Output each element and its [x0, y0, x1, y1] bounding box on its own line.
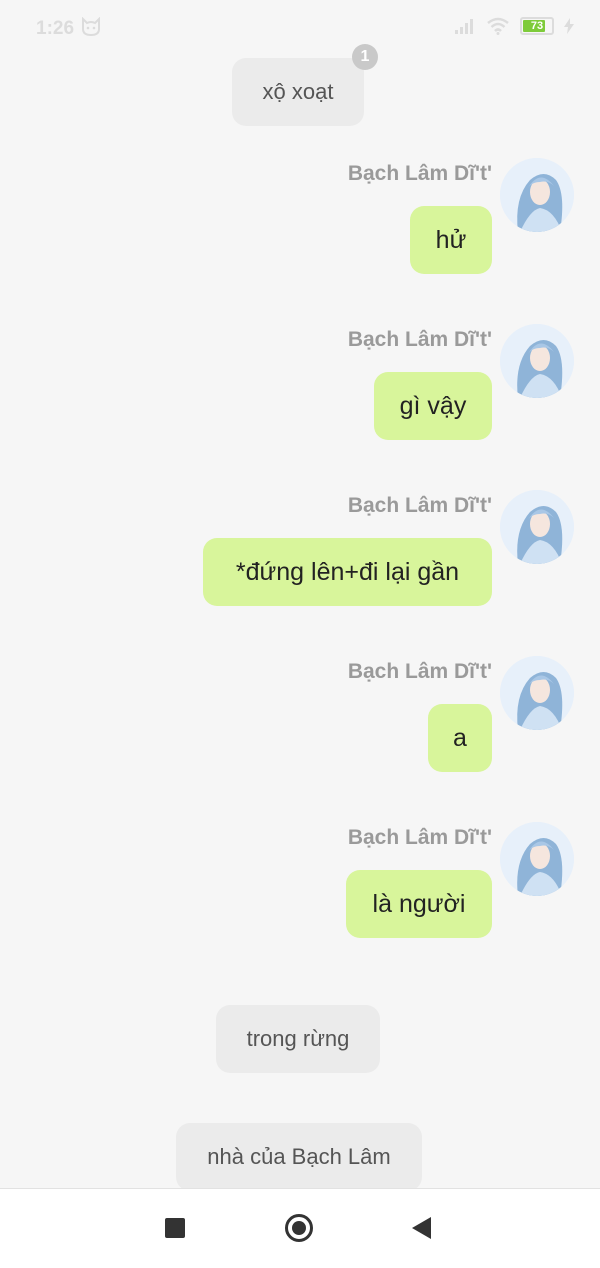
navigation-bar	[0, 1188, 600, 1268]
wifi-icon	[487, 17, 509, 35]
avatar[interactable]	[500, 656, 574, 730]
avatar-image-icon	[500, 158, 574, 232]
sender-name: Bạch Lâm Dĩ't'	[347, 660, 492, 683]
avatar-image-icon	[500, 822, 574, 896]
status-time: 1:26	[36, 18, 75, 39]
avatar[interactable]	[500, 324, 574, 398]
home-circle-icon[interactable]	[285, 1214, 313, 1242]
system-message[interactable]: nhà của Bạch Lâm	[176, 1123, 422, 1191]
system-message-text: nhà của Bạch Lâm	[207, 1144, 391, 1169]
avatar[interactable]	[500, 158, 574, 232]
cat-notification-icon	[82, 17, 100, 37]
system-message-text: trong rừng	[246, 1026, 350, 1051]
message-bubble[interactable]: a	[428, 704, 492, 772]
message-bubble[interactable]: là người	[346, 870, 492, 938]
sender-name: Bạch Lâm Dĩ't'	[347, 162, 492, 185]
avatar-image-icon	[500, 656, 574, 730]
battery-level: 73	[530, 20, 544, 32]
battery-icon: 73	[520, 17, 554, 35]
unread-badge: 1	[352, 44, 378, 70]
avatar-image-icon	[500, 490, 574, 564]
message-bubble[interactable]: gì vậy	[374, 372, 492, 440]
system-message[interactable]: xộ xoạt 1	[232, 44, 378, 126]
avatar[interactable]	[500, 822, 574, 896]
status-icons: 73	[454, 17, 574, 35]
message-bubble[interactable]: *đứng lên+đi lại gần	[203, 538, 492, 606]
sender-name: Bạch Lâm Dĩ't'	[347, 494, 492, 517]
status-bar: 1:26 73	[0, 0, 600, 56]
sender-name: Bạch Lâm Dĩ't'	[347, 826, 492, 849]
back-triangle-icon[interactable]	[411, 1216, 433, 1240]
system-message[interactable]: trong rừng	[216, 1005, 380, 1073]
recents-square-icon[interactable]	[165, 1218, 185, 1238]
sender-name: Bạch Lâm Dĩ't'	[347, 328, 492, 351]
system-message-text: xộ xoạt	[262, 79, 334, 104]
avatar-image-icon	[500, 324, 574, 398]
charging-bolt-icon	[564, 18, 574, 34]
signal-icon	[455, 19, 473, 34]
avatar[interactable]	[500, 490, 574, 564]
message-bubble[interactable]: hử	[410, 206, 492, 274]
